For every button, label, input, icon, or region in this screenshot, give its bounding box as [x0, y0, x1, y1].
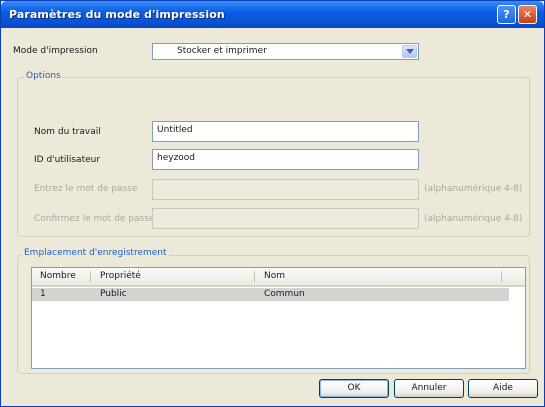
password-label: Entrez le mot de passe	[34, 184, 138, 194]
cancel-button[interactable]: Annuler	[394, 379, 464, 398]
user-id-input[interactable]: heyzood	[152, 149, 419, 170]
confirm-password-input[interactable]	[152, 208, 419, 229]
table-row[interactable]: 1 Public Commun	[32, 288, 509, 301]
ok-button[interactable]: OK	[319, 379, 389, 398]
print-mode-label: Mode d'impression	[13, 46, 98, 56]
help-button[interactable]: Aide	[468, 379, 538, 398]
title-bar[interactable]: Paramètres du mode d'impression ? ✕	[1, 1, 544, 28]
column-header-name[interactable]: Nom	[264, 271, 285, 281]
storage-list[interactable]: Nombre Propriété Nom 1 Public Commun	[31, 267, 526, 369]
list-header: Nombre Propriété Nom	[32, 268, 525, 287]
password-input[interactable]	[152, 179, 419, 200]
chevron-down-icon[interactable]	[402, 45, 417, 58]
row-number: 1	[40, 289, 46, 299]
password-hint: (alphanumérique 4-8)	[424, 184, 523, 194]
job-name-input[interactable]: Untitled	[152, 121, 419, 142]
print-mode-select[interactable]: Stocker et imprimer	[152, 43, 419, 60]
print-mode-value: Stocker et imprimer	[177, 46, 267, 56]
row-name: Commun	[264, 289, 305, 299]
window-title: Paramètres du mode d'impression	[9, 8, 225, 21]
print-mode-dialog: Paramètres du mode d'impression ? ✕ Mode…	[0, 0, 545, 407]
column-header-number[interactable]: Nombre	[40, 271, 76, 281]
storage-group-title: Emplacement d'enregistrement	[22, 248, 169, 258]
confirm-password-hint: (alphanumérique 4-8)	[424, 214, 523, 224]
close-button[interactable]: ✕	[518, 5, 537, 24]
user-id-label: ID d'utilisateur	[34, 155, 101, 165]
job-name-label: Nom du travail	[34, 127, 101, 137]
column-header-property[interactable]: Propriété	[100, 271, 141, 281]
row-property: Public	[100, 289, 127, 299]
column-divider[interactable]	[501, 271, 502, 282]
column-divider[interactable]	[254, 271, 255, 282]
options-group-title: Options	[24, 71, 63, 81]
confirm-password-label: Confirmez le mot de passe	[34, 214, 155, 224]
column-divider[interactable]	[90, 271, 91, 282]
help-title-button[interactable]: ?	[497, 5, 516, 24]
